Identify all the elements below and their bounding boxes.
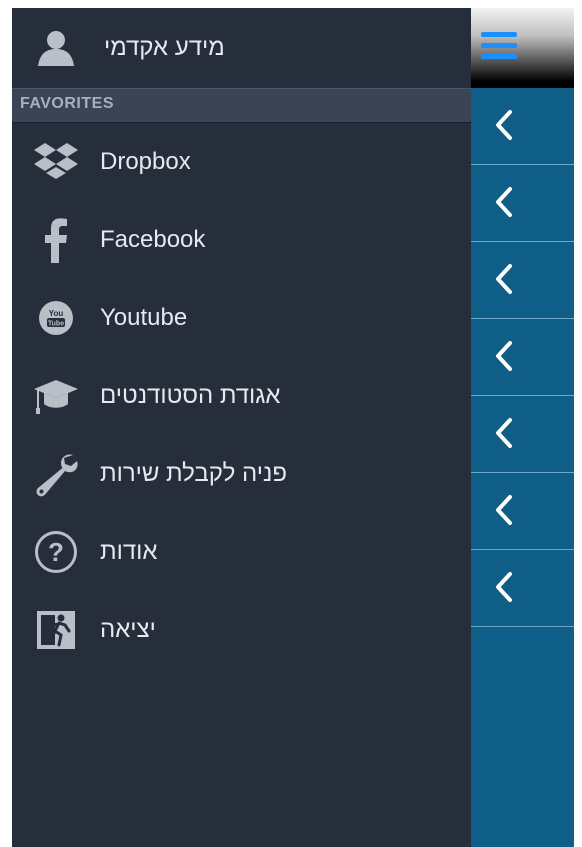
chevron-row[interactable]: [471, 319, 574, 396]
profile-label: מידע אקדמי: [104, 34, 225, 61]
menu-item-youtube[interactable]: You Tube Youtube: [12, 279, 471, 357]
menu-item-exit[interactable]: יציאה: [12, 591, 471, 669]
dropbox-icon: [30, 136, 82, 188]
menu-item-student-union[interactable]: אגודת הסטודנטים: [12, 357, 471, 435]
menu-item-label: Dropbox: [100, 148, 191, 175]
wrench-icon: [30, 448, 82, 500]
exit-icon: [30, 604, 82, 656]
menu-item-about[interactable]: ? אודות: [12, 513, 471, 591]
chevron-row[interactable]: [471, 88, 574, 165]
menu-item-facebook[interactable]: Facebook: [12, 201, 471, 279]
menu-item-label: פניה לקבלת שירות: [100, 460, 287, 487]
menu-item-service-request[interactable]: פניה לקבלת שירות: [12, 435, 471, 513]
chevron-left-icon: [496, 110, 512, 140]
facebook-icon: [30, 214, 82, 266]
menu-item-label: אגודת הסטודנטים: [100, 382, 281, 409]
menu-list: Dropbox Facebook You Tube Youtube אגודת …: [12, 123, 471, 669]
favorites-section-header: FAVORITES: [12, 88, 471, 123]
svg-text:You: You: [49, 309, 64, 318]
hamburger-icon[interactable]: [481, 32, 517, 60]
chevron-row[interactable]: [471, 165, 574, 242]
chevron-row[interactable]: [471, 550, 574, 627]
menu-item-dropbox[interactable]: Dropbox: [12, 123, 471, 201]
chevron-left-icon: [496, 418, 512, 448]
chevron-left-icon: [496, 264, 512, 294]
chevron-left-icon: [496, 495, 512, 525]
svg-text:Tube: Tube: [48, 321, 64, 328]
graduation-cap-icon: [30, 370, 82, 422]
top-bar: [471, 8, 574, 88]
youtube-icon: You Tube: [30, 292, 82, 344]
menu-item-label: אודות: [100, 538, 158, 565]
chevron-left-icon: [496, 341, 512, 371]
chevron-left-icon: [496, 187, 512, 217]
svg-text:?: ?: [48, 537, 64, 567]
user-icon: [36, 28, 76, 68]
app-frame: מידע אקדמי FAVORITES Dropbox Facebook Yo…: [12, 8, 574, 847]
chevron-row[interactable]: [471, 473, 574, 550]
side-menu: מידע אקדמי FAVORITES Dropbox Facebook Yo…: [12, 8, 471, 847]
content-panel: [471, 8, 574, 847]
menu-item-label: Facebook: [100, 226, 206, 253]
question-icon: ?: [30, 526, 82, 578]
chevron-row[interactable]: [471, 242, 574, 319]
profile-row[interactable]: מידע אקדמי: [12, 8, 471, 88]
chevron-left-icon: [496, 572, 512, 602]
chevron-row[interactable]: [471, 396, 574, 473]
menu-item-label: יציאה: [100, 616, 156, 643]
menu-item-label: Youtube: [100, 304, 188, 331]
section-title: FAVORITES: [20, 95, 114, 112]
